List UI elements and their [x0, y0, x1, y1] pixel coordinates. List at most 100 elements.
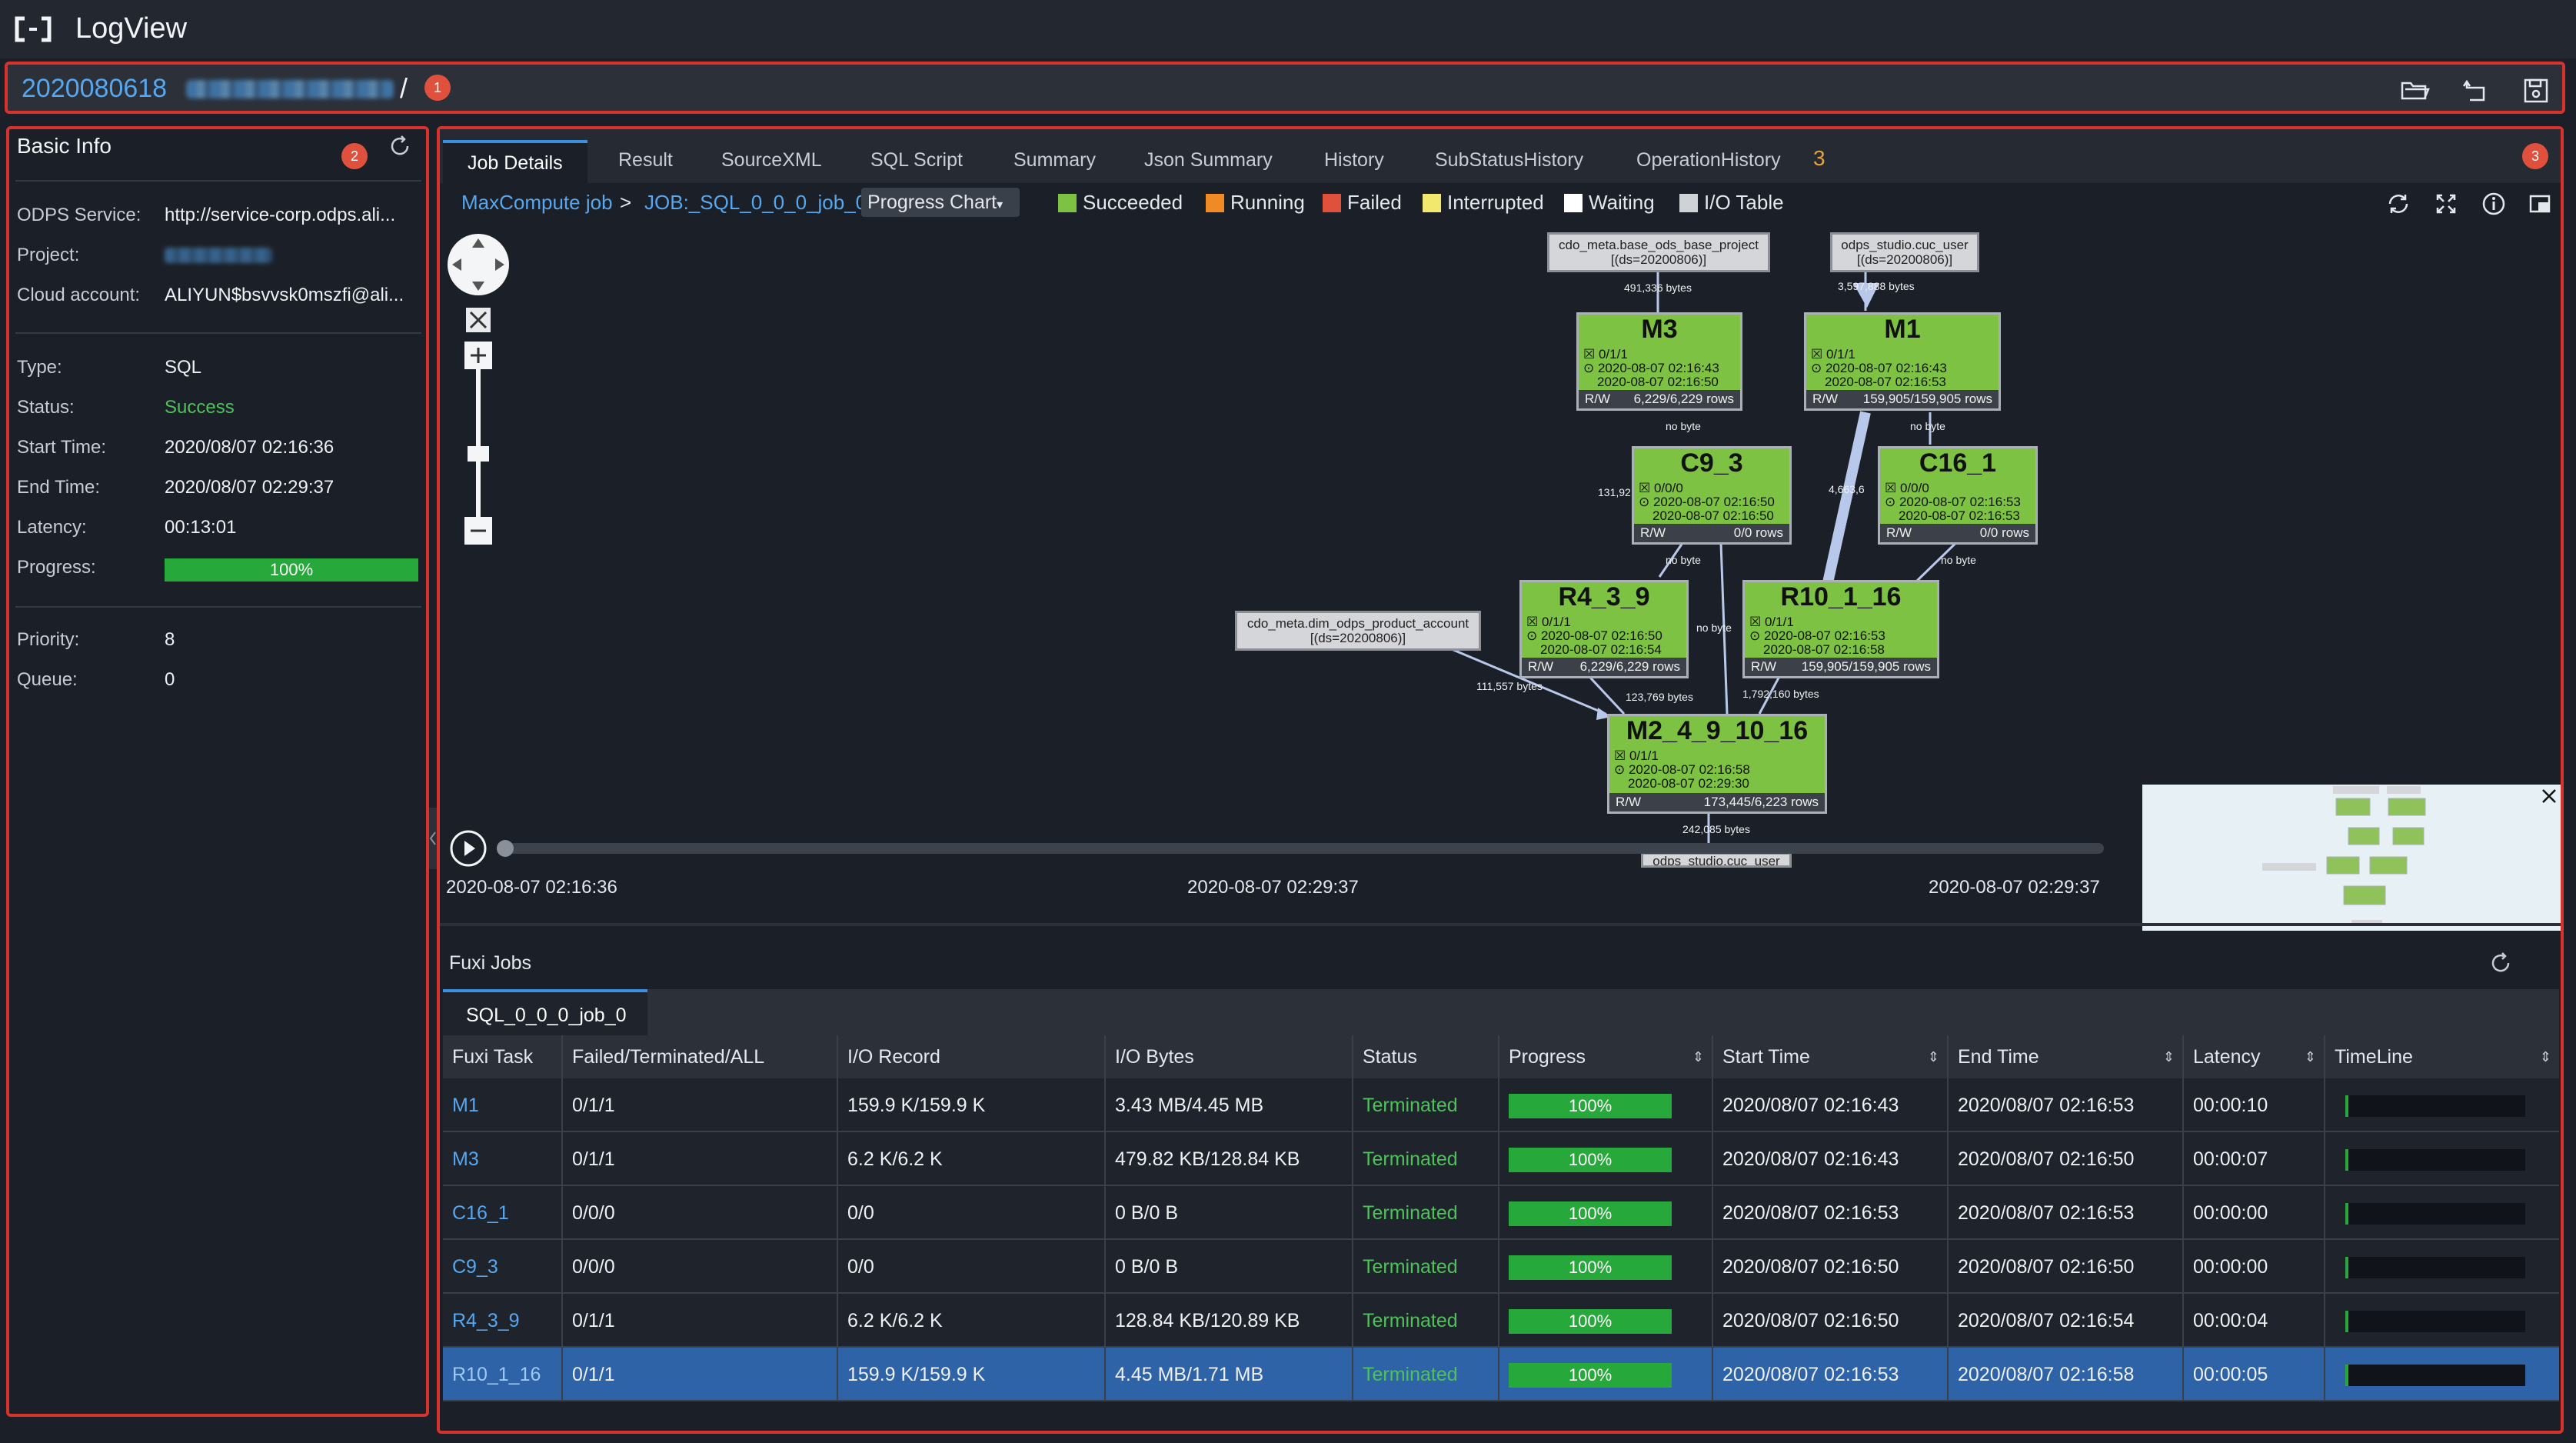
table-row[interactable]: C16_1 0/0/0 0/0 0 B/0 B Terminated 100% 2020/0…	[443, 1186, 2559, 1240]
task-node-m1[interactable]: M1 ☒ 0/1/1 ⊙ 2020-08-07 02:16:43 2020-08…	[1804, 312, 2001, 411]
save-icon[interactable]	[2521, 75, 2551, 106]
cell-start-time: 2020/08/07 02:16:43	[1713, 1132, 1949, 1186]
col-header-latency[interactable]: Latency ⇕	[2184, 1035, 2325, 1078]
cell-status: Terminated	[1353, 1132, 1499, 1186]
cell-fuxi-task[interactable]: R10_1_16	[443, 1348, 563, 1401]
legend-swatch	[1679, 193, 1698, 212]
refresh-icon[interactable]	[388, 134, 412, 158]
edge-label: no byte	[1910, 420, 1945, 432]
cell-io-record: 159.9 K/159.9 K	[838, 1348, 1106, 1401]
task-node-r10-1-16[interactable]: R10_1_16 ☒ 0/1/1 ⊙ 2020-08-07 02:16:53 2…	[1742, 580, 1939, 678]
cell-progress: 100%	[1499, 1294, 1713, 1348]
refresh-icon[interactable]	[2488, 951, 2513, 975]
pane-splitter[interactable]	[440, 923, 2561, 926]
cell-timeline	[2325, 1240, 2559, 1294]
start-time-value: 2020/08/07 02:16:36	[165, 437, 334, 458]
cell-fuxi-task[interactable]: C16_1	[443, 1186, 563, 1240]
sort-icon: ⇕	[1927, 1049, 1939, 1065]
tab-sourcexml[interactable]: SourceXML	[697, 140, 847, 183]
tab-summary[interactable]: Summary	[989, 140, 1120, 183]
open-folder-icon[interactable]	[2399, 75, 2430, 106]
legend-swatch	[1206, 193, 1224, 212]
breadcrumb-job-link[interactable]: JOB:_SQL_0_0_0_job_0	[644, 191, 867, 215]
cell-io-bytes: 0 B/0 B	[1106, 1186, 1353, 1240]
play-icon[interactable]	[449, 829, 488, 868]
timeline-track[interactable]	[497, 840, 2104, 857]
io-table-node[interactable]: odps_studio.cuc_user [(ds=20200806)]	[1830, 232, 1979, 272]
io-table-node[interactable]: cdo_meta.base_ods_base_project [(ds=20200…	[1547, 232, 1770, 272]
view-select[interactable]: Progress Chart▾	[861, 188, 1020, 217]
sort-icon: ⇕	[2304, 1049, 2316, 1065]
basic-info-title: Basic Info	[17, 134, 111, 158]
view-select-value: Progress Chart	[867, 192, 997, 213]
cloud-account-value: ALIYUN$bsvvsk0mszfi@ali...	[165, 285, 404, 305]
refresh-graph-icon[interactable]	[2385, 191, 2411, 217]
cell-fuxi-task[interactable]: C9_3	[443, 1240, 563, 1294]
col-header-timeline[interactable]: TimeLine ⇕	[2325, 1035, 2559, 1078]
edge-label: 4,663,6	[1829, 483, 1865, 495]
divider	[15, 332, 421, 334]
tab-operationhistory[interactable]: OperationHistory	[1612, 140, 1806, 183]
edge-label: no byte	[1696, 622, 1732, 634]
task-node-m3[interactable]: M3 ☒ 0/1/1 ⊙ 2020-08-07 02:16:43 2020-08…	[1576, 312, 1742, 411]
timeline-handle[interactable]	[497, 840, 514, 857]
legend-failed: Failed	[1323, 191, 1402, 215]
job-bar: 2020080618 / 1	[5, 62, 2565, 114]
info-icon[interactable]	[2481, 191, 2507, 217]
legend-io-table: I/O Table	[1679, 191, 1784, 215]
cell-status: Terminated	[1353, 1078, 1499, 1132]
task-node-m2-4-9-10-16[interactable]: M2_4_9_10_16 ☒ 0/1/1 ⊙ 2020-08-07 02:16:…	[1607, 714, 1827, 814]
tab-history[interactable]: History	[1300, 140, 1409, 183]
table-row[interactable]: R10_1_16 0/1/1 159.9 K/159.9 K 4.45 MB/1.71…	[443, 1348, 2559, 1401]
job-id-link[interactable]: 2020080618	[22, 74, 167, 104]
table-row[interactable]: C9_3 0/0/0 0/0 0 B/0 B Terminated 100% 2020/08…	[443, 1240, 2559, 1294]
field-label-priority: Priority:	[17, 629, 80, 650]
edge-label: 491,336 bytes	[1624, 282, 1692, 294]
edge-label: 3,597,888 bytes	[1838, 280, 1915, 292]
task-node-r4-3-9[interactable]: R4_3_9 ☒ 0/1/1 ⊙ 2020-08-07 02:16:50 202…	[1519, 580, 1689, 678]
table-row[interactable]: M1 0/1/1 159.9 K/159.9 K 3.43 MB/4.45 MB Ter…	[443, 1078, 2559, 1132]
divider	[15, 180, 421, 182]
app-title: LogView	[75, 12, 188, 45]
graph-minimap[interactable]	[2142, 785, 2561, 931]
cell-latency: 00:00:05	[2184, 1348, 2325, 1401]
col-header-progress[interactable]: Progress ⇕	[1499, 1035, 1713, 1078]
minimap-toggle-icon[interactable]	[2527, 191, 2553, 217]
timeline-bar	[2345, 1257, 2525, 1278]
panel-collapse-handle[interactable]	[429, 808, 437, 869]
cell-fuxi-task[interactable]: R4_3_9	[443, 1294, 563, 1348]
sort-icon: ⇕	[2162, 1049, 2175, 1065]
cell-failed-terminated-all: 0/1/1	[563, 1078, 838, 1132]
task-node-c9-3[interactable]: C9_3 ☒ 0/0/0 ⊙ 2020-08-07 02:16:50 2020-…	[1632, 446, 1792, 545]
tab-json-summary[interactable]: Json Summary	[1120, 140, 1297, 183]
sort-icon: ⇕	[1692, 1049, 1704, 1065]
tab-result[interactable]: Result	[594, 140, 697, 183]
table-row[interactable]: R4_3_9 0/1/1 6.2 K/6.2 K 128.84 KB/120.89 K…	[443, 1294, 2559, 1348]
fuxi-subtab[interactable]: SQL_0_0_0_job_0	[443, 989, 647, 1035]
legend-waiting: Waiting	[1564, 191, 1655, 215]
tab-substatushistory[interactable]: SubStatusHistory	[1410, 140, 1608, 183]
col-header-end-time[interactable]: End Time ⇕	[1949, 1035, 2184, 1078]
return-icon[interactable]	[2461, 75, 2491, 106]
io-table-node[interactable]: cdo_meta.dim_odps_product_account [(ds=20…	[1235, 611, 1481, 651]
tab-bar: Job Details Result SourceXML SQL Script …	[440, 129, 2561, 183]
cell-fuxi-task[interactable]: M3	[443, 1132, 563, 1186]
breadcrumb-separator: >	[620, 191, 632, 214]
tab-sql-script[interactable]: SQL Script	[846, 140, 987, 183]
cell-timeline	[2325, 1078, 2559, 1132]
progress-chart: 491,336 bytes 3,597,888 bytes no byte no…	[440, 222, 2561, 937]
cell-failed-terminated-all: 0/0/0	[563, 1186, 838, 1240]
caret-down-icon: ▾	[997, 198, 1003, 212]
table-row[interactable]: M3 0/1/1 6.2 K/6.2 K 479.82 KB/128.84 KB Ter…	[443, 1132, 2559, 1186]
cell-fuxi-task[interactable]: M1	[443, 1078, 563, 1132]
timeline-bar	[2345, 1311, 2525, 1332]
tab-job-details[interactable]: Job Details	[443, 140, 587, 183]
breadcrumb-root-link[interactable]: MaxCompute job	[461, 191, 613, 215]
col-header-start-time[interactable]: Start Time ⇕	[1713, 1035, 1949, 1078]
fullscreen-icon[interactable]	[2433, 191, 2459, 217]
cell-latency: 00:00:00	[2184, 1240, 2325, 1294]
cell-status: Terminated	[1353, 1348, 1499, 1401]
close-icon[interactable]	[2539, 786, 2559, 806]
io-table-node[interactable]: odps_studio.cuc_user	[1641, 852, 1792, 868]
task-node-c16-1[interactable]: C16_1 ☒ 0/0/0 ⊙ 2020-08-07 02:16:53 2020…	[1878, 446, 2038, 545]
